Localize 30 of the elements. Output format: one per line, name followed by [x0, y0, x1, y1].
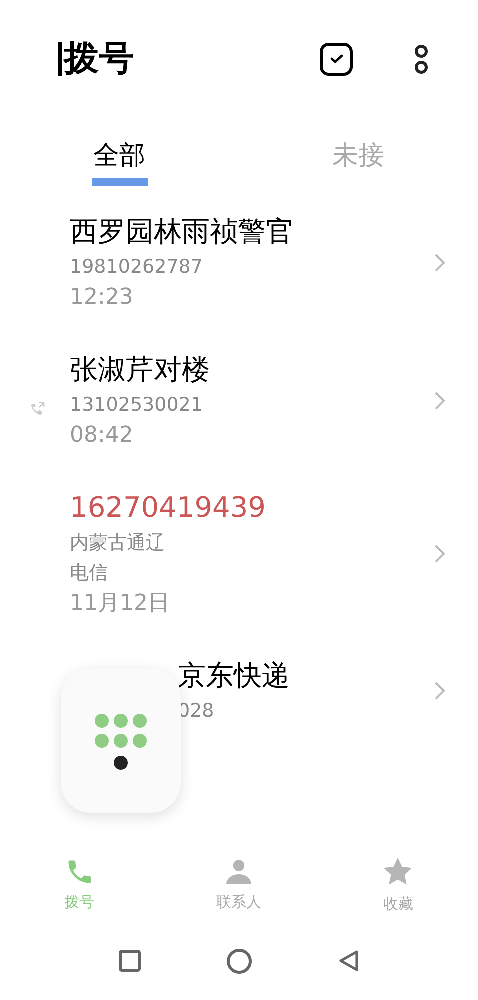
tab[interactable]: 未接: [330, 138, 386, 186]
tab[interactable]: 全部: [92, 138, 148, 186]
outgoing-call-icon: [29, 400, 47, 418]
contact-name: 京东快递: [178, 658, 291, 694]
more-options-icon[interactable]: [415, 44, 428, 74]
chevron-right-icon: [434, 391, 446, 411]
call-log-row[interactable]: 张淑芹对楼 13102530021 08:42: [0, 336, 478, 474]
home-icon[interactable]: [226, 948, 252, 974]
call-detail: 电信: [70, 561, 109, 586]
call-detail: 内蒙古通辽: [70, 531, 166, 556]
recent-apps-icon[interactable]: [118, 950, 140, 972]
call-time: 12:23: [70, 284, 134, 312]
back-icon[interactable]: [338, 949, 360, 973]
chevron-right-icon: [434, 681, 446, 701]
screen-title: 拨号: [64, 38, 134, 81]
select-checkbox-icon[interactable]: [320, 42, 353, 76]
chevron-right-icon: [434, 544, 446, 564]
cursor-bar: [58, 42, 62, 76]
contact-name: 16270419439: [70, 490, 267, 526]
contact-name: 西罗园林雨祯警官: [70, 214, 295, 250]
nav-tab[interactable]: 联系人: [159, 856, 319, 914]
call-detail: 19810262787: [70, 255, 204, 280]
call-time: 11月12日: [70, 590, 171, 618]
call-log-row[interactable]: 西罗园林雨祯警官 19810262787 12:23: [0, 198, 478, 336]
call-time: 08:42: [70, 422, 134, 450]
chevron-right-icon: [434, 253, 446, 273]
call-detail: 13102530021: [70, 393, 204, 418]
contact-name: 张淑芹对楼: [70, 352, 211, 388]
nav-tab[interactable]: 收藏: [318, 854, 478, 916]
call-log-row[interactable]: 16270419439 内蒙古通辽 电信 11月12日: [0, 474, 478, 642]
